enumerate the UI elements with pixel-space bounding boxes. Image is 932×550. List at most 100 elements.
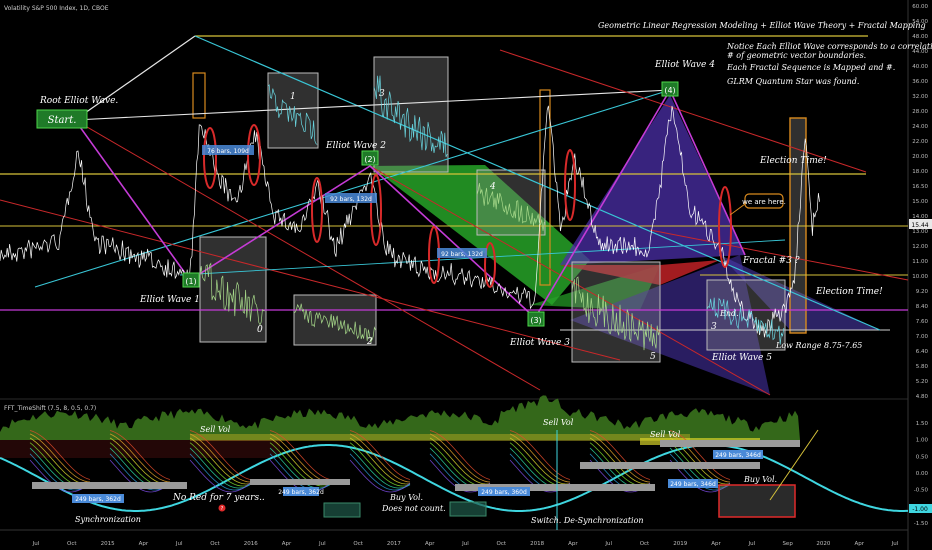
price-tick: 32.00: [912, 94, 928, 100]
price-tick: 9.20: [916, 289, 929, 295]
price-tick: 16.50: [912, 184, 928, 190]
bar-count-label-2: 92 bars, 132d: [330, 196, 372, 203]
time-tick: Oct: [210, 541, 220, 547]
buy-vol-box[interactable]: [718, 484, 796, 518]
indicator-tick: 0.00: [916, 471, 929, 477]
fractal-box-1[interactable]: [267, 72, 319, 149]
time-tick: 2019: [673, 541, 687, 547]
note-line-2: # of geometric vector boundaries.: [727, 51, 866, 60]
time-tick: 2017: [387, 541, 401, 547]
price-tick: 10.00: [912, 274, 928, 280]
fractal-label-1: 1: [290, 92, 296, 102]
low-range-label: Low Range 8.75-7.65: [775, 341, 862, 350]
no-red-label: No Red for 7 years..: [172, 493, 265, 503]
wave5-label: Elliot Wave 5: [711, 353, 772, 363]
election-label-2: Election Time!: [815, 287, 883, 297]
fractal3-label: Fractal #3 ?: [742, 256, 800, 266]
note-line-3: Each Fractal Sequence is Mapped and #.: [726, 63, 895, 72]
time-tick: Oct: [353, 541, 363, 547]
price-tick: 7.60: [916, 319, 929, 325]
wave2-label: Elliot Wave 2: [325, 141, 386, 151]
time-tick: Apr: [711, 541, 721, 547]
time-tick: Sep: [782, 541, 793, 547]
price-tick: 54.00: [912, 19, 928, 25]
fractal-label-3b: 3: [711, 322, 717, 332]
desync-label: Switch. De-Synchronization: [531, 516, 644, 525]
indicator-last-value: -1.00: [912, 506, 928, 513]
indicator-label[interactable]: FFT_TimeShift (7.5, 8, 0.5, 0.7): [4, 405, 96, 412]
price-tick: 5.80: [916, 364, 929, 370]
time-tick: Oct: [67, 541, 77, 547]
time-tick: 2015: [101, 541, 115, 547]
fractal-box-4[interactable]: [476, 169, 546, 236]
fractal-box-3[interactable]: [373, 56, 449, 173]
indicator-tick: 1.50: [916, 421, 929, 427]
price-tick: 40.00: [912, 64, 928, 70]
end-label: End.: [719, 309, 739, 318]
time-tick: 2020: [816, 541, 830, 547]
sell-vol-label-1: Sell Vol: [200, 425, 231, 434]
price-tick: 48.00: [912, 34, 928, 40]
time-tick: Jul: [175, 541, 183, 547]
price-tick: 22.00: [912, 139, 928, 145]
root-wave-label: Root Elliot Wave.: [39, 96, 118, 106]
fractal-label-4: 4: [489, 182, 496, 192]
indicator-tick: 0.50: [916, 454, 929, 460]
fractal-box-5[interactable]: [571, 261, 661, 363]
time-tick: Jul: [604, 541, 612, 547]
sell-vol-label-3: Sell Vol: [650, 430, 681, 439]
buy-vol-label-1: Buy Vol.: [389, 493, 423, 502]
election-label-1: Election Time!: [759, 156, 827, 166]
price-tick: 28.00: [912, 109, 928, 115]
synchronization-label: Synchronization: [75, 515, 141, 524]
time-tick: Jul: [32, 541, 40, 547]
time-tick: Jul: [891, 541, 899, 547]
time-tick: Apr: [568, 541, 578, 547]
time-tick: 2016: [244, 541, 258, 547]
price-tick: 12.00: [912, 244, 928, 250]
price-tick: 8.40: [916, 304, 929, 310]
indicator-bars-b: 249 bars, 362d: [278, 489, 324, 496]
price-tick: 44.00: [912, 49, 928, 55]
time-tick: Jul: [318, 541, 326, 547]
indicator-tick: 1.00: [916, 438, 929, 444]
price-tick: 60.00: [912, 4, 928, 10]
chart-canvas[interactable]: (1) (2) (3) (4) Start. 76 bars, 109d 92 …: [0, 0, 932, 550]
price-tick: 20.00: [912, 154, 928, 160]
time-tick: 2018: [530, 541, 544, 547]
wave-marker-2-label: (2): [364, 155, 375, 164]
time-tick: Apr: [139, 541, 149, 547]
price-tick: 11.00: [912, 259, 928, 265]
price-tick: 13.00: [912, 229, 928, 235]
chart-title: Geometric Linear Regression Modeling + E…: [598, 21, 926, 30]
fractal-label-2: 2: [366, 337, 373, 347]
price-tick: 5.20: [916, 379, 929, 385]
price-tick: 4.80: [916, 394, 929, 400]
time-tick: Apr: [425, 541, 435, 547]
wave3-label: Elliot Wave 3: [509, 338, 570, 348]
time-tick: Apr: [282, 541, 292, 547]
wave-marker-4-label: (4): [664, 86, 675, 95]
buy-vol-label-2: Buy Vol.: [743, 475, 777, 484]
price-tick: 15.00: [912, 199, 928, 205]
fractal-label-5: 5: [650, 352, 656, 362]
last-price-tag: 15.44: [911, 222, 928, 229]
indicator-bars-c: 249 bars, 360d: [481, 489, 527, 496]
price-tick: 24.00: [912, 124, 928, 130]
time-tick: Jul: [748, 541, 756, 547]
start-label: Start.: [48, 115, 77, 126]
fractal-label-3: 3: [379, 89, 385, 99]
wave-marker-3-label: (3): [530, 316, 541, 325]
bar-count-label-1: 76 bars, 109d: [207, 148, 249, 155]
indicator-bars-d: 249 bars, 346d: [715, 452, 761, 459]
fractal-label-0: 0: [257, 325, 263, 335]
time-tick: Apr: [854, 541, 864, 547]
symbol-label[interactable]: Volatility S&P 500 Index, 1D, CBOE: [4, 5, 109, 12]
indicator-tick: -1.50: [914, 521, 929, 527]
wave1-label: Elliot Wave 1: [139, 295, 200, 305]
time-tick: Oct: [497, 541, 507, 547]
indicator-tick: -0.50: [914, 488, 929, 494]
price-tick: 6.40: [916, 349, 929, 355]
indicator-bars-e: 249 bars, 346d: [670, 481, 716, 488]
note-line-1: Notice Each Elliot Wave corresponds to a…: [726, 42, 932, 51]
